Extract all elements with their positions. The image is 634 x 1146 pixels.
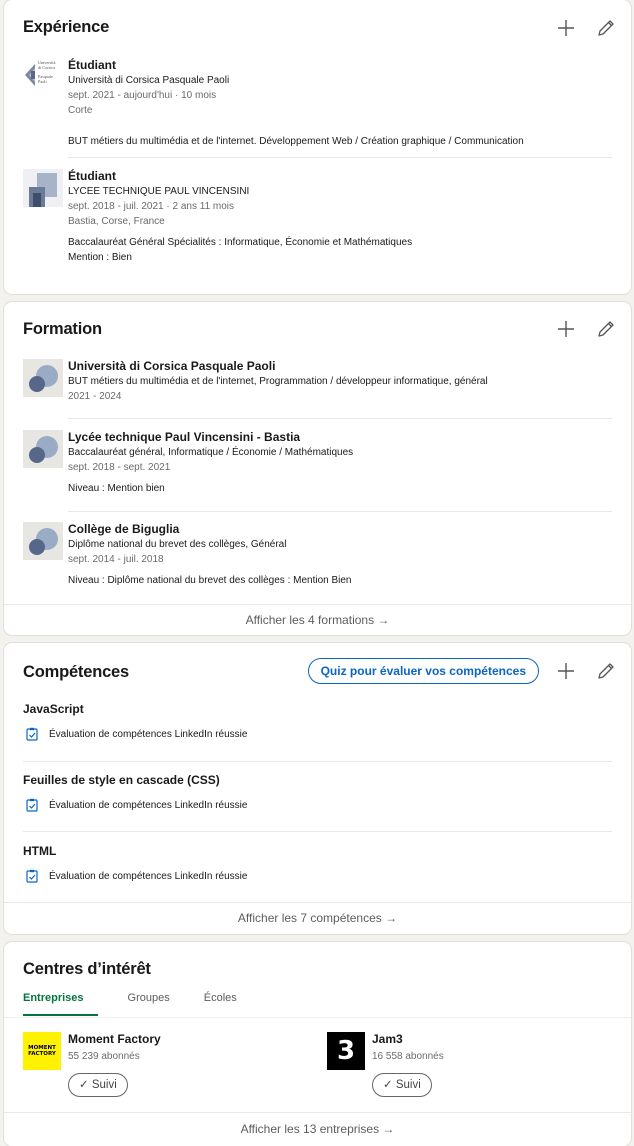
add-education-button[interactable]: [555, 318, 577, 340]
plus-icon: [558, 321, 574, 337]
add-experience-button[interactable]: [555, 17, 577, 39]
pencil-icon: [598, 663, 614, 679]
experience-title: Expérience: [23, 18, 110, 36]
divider: [23, 831, 612, 832]
education-school: Collège de Biguglia: [68, 522, 180, 536]
following-button[interactable]: ✓ Suivi: [68, 1073, 128, 1097]
experience-description: Baccalauréat Général Spécialités : Infor…: [68, 237, 413, 248]
experience-description: BUT métiers du multimédia et de l'intern…: [68, 136, 524, 147]
education-item[interactable]: Collège de Biguglia Diplôme national du …: [23, 522, 612, 594]
tab-groupes[interactable]: Groupes: [128, 992, 174, 1016]
company-name[interactable]: Moment Factory: [68, 1032, 161, 1047]
jam3-logo: 3: [327, 1032, 365, 1070]
education-dates: sept. 2018 - sept. 2021: [68, 462, 171, 473]
divider: [23, 761, 612, 762]
school-placeholder-icon: [23, 430, 63, 468]
company-item[interactable]: 3 Jam3 16 558 abonnés ✓ Suivi: [327, 1032, 607, 1102]
experience-role: Étudiant: [68, 58, 116, 72]
divider: [68, 157, 612, 158]
education-grade: Niveau : Diplôme national du brevet des …: [68, 575, 352, 586]
add-skill-button[interactable]: [555, 660, 577, 682]
education-dates: sept. 2014 - juil. 2018: [68, 554, 164, 565]
edit-education-button[interactable]: [595, 318, 617, 340]
skill-badge-text: Évaluation de compétences LinkedIn réuss…: [49, 728, 248, 740]
tab-ecoles[interactable]: Écoles: [204, 992, 241, 1016]
skill-name[interactable]: JavaScript: [23, 702, 84, 716]
company-name[interactable]: Jam3: [372, 1032, 444, 1047]
company-followers: 16 558 abonnés: [372, 1051, 444, 1062]
experience-role: Étudiant: [68, 169, 116, 183]
education-school: Lycée technique Paul Vincensini - Bastia: [68, 430, 301, 444]
pencil-icon: [598, 321, 614, 337]
show-all-skills-link[interactable]: Afficher les 7 compétences →: [4, 903, 631, 933]
moment-factory-logo: MOMENT FACTORY: [23, 1032, 61, 1070]
education-dates: 2021 - 2024: [68, 391, 122, 402]
divider: [68, 511, 612, 512]
interests-tabs: Entreprises Groupes Écoles: [23, 992, 271, 1016]
education-school: Università di Corsica Pasquale Paoli: [68, 359, 276, 373]
skill-quiz-button[interactable]: Quiz pour évaluer vos compétences: [307, 658, 539, 684]
following-button[interactable]: ✓ Suivi: [372, 1073, 432, 1097]
university-logo: Università di Corsica Pasquale Paoli: [23, 58, 63, 92]
skill-assessment-badge: Évaluation de compétences LinkedIn réuss…: [25, 727, 247, 741]
company-item[interactable]: MOMENT FACTORY Moment Factory 55 239 abo…: [23, 1032, 303, 1102]
logo-text: Paoli: [38, 79, 47, 84]
school-placeholder-icon: [23, 359, 63, 397]
education-degree: Diplôme national du brevet des collèges,…: [68, 539, 287, 550]
divider: [4, 1112, 631, 1113]
clipboard-check-icon: [26, 869, 38, 883]
skill-badge-text: Évaluation de compétences LinkedIn réuss…: [49, 870, 248, 882]
logo-text: FACTORY: [28, 1051, 56, 1057]
logo-text: 3: [336, 1036, 356, 1066]
company-followers: 55 239 abonnés: [68, 1051, 140, 1062]
experience-location: Corte: [68, 105, 93, 116]
interests-title: Centres d’intérêt: [23, 960, 151, 978]
school-placeholder-icon: [23, 522, 63, 560]
tab-entreprises[interactable]: Entreprises: [23, 992, 98, 1016]
skill-assessment-badge: Évaluation de compétences LinkedIn réuss…: [25, 869, 247, 883]
plus-icon: [558, 20, 574, 36]
experience-dates: sept. 2021 - aujourd'hui · 10 mois: [68, 90, 217, 101]
experience-item[interactable]: Étudiant LYCEE TECHNIQUE PAUL VINCENSINI…: [23, 169, 612, 279]
experience-card: Expérience Università di Corsica Pasqual…: [4, 0, 631, 294]
divider: [4, 1017, 631, 1018]
company-placeholder-icon: [23, 169, 63, 207]
education-degree: Baccalauréat général, Informatique / Éco…: [68, 447, 354, 458]
logo-text: di Corsica: [38, 65, 56, 70]
skills-title: Compétences: [23, 663, 130, 681]
skill-badge-text: Évaluation de compétences LinkedIn réuss…: [49, 799, 248, 811]
experience-description-2: Mention : Bien: [68, 252, 132, 263]
experience-item[interactable]: Università di Corsica Pasquale Paoli Étu…: [23, 58, 612, 153]
plus-icon: [558, 663, 574, 679]
skill-assessment-badge: Évaluation de compétences LinkedIn réuss…: [25, 798, 247, 812]
education-title: Formation: [23, 320, 102, 338]
education-grade: Niveau : Mention bien: [68, 483, 165, 494]
skill-name[interactable]: Feuilles de style en cascade (CSS): [23, 773, 220, 787]
show-all-companies-link[interactable]: Afficher les 13 entreprises →: [4, 1114, 631, 1144]
edit-skills-button[interactable]: [595, 660, 617, 682]
clipboard-check-icon: [26, 727, 38, 741]
skill-name[interactable]: HTML: [23, 844, 56, 858]
skills-card: Compétences Quiz pour évaluer vos compét…: [4, 643, 631, 934]
education-item[interactable]: Lycée technique Paul Vincensini - Bastia…: [23, 430, 612, 502]
education-card: Formation Università di Corsica Pasquale…: [4, 302, 631, 635]
experience-dates: sept. 2018 - juil. 2021 · 2 ans 11 mois: [68, 201, 235, 212]
pencil-icon: [598, 20, 614, 36]
show-all-education-link[interactable]: Afficher les 4 formations →: [4, 605, 631, 635]
experience-org: LYCEE TECHNIQUE PAUL VINCENSINI: [68, 186, 250, 197]
experience-location: Bastia, Corse, France: [68, 216, 165, 227]
interests-card: Centres d’intérêt Entreprises Groupes Éc…: [4, 942, 631, 1146]
edit-experience-button[interactable]: [595, 17, 617, 39]
education-item[interactable]: Università di Corsica Pasquale Paoli BUT…: [23, 359, 612, 409]
education-degree: BUT métiers du multimédia et de l'intern…: [68, 376, 488, 387]
divider: [68, 418, 612, 419]
clipboard-check-icon: [26, 798, 38, 812]
experience-org: Università di Corsica Pasquale Paoli: [68, 75, 230, 86]
